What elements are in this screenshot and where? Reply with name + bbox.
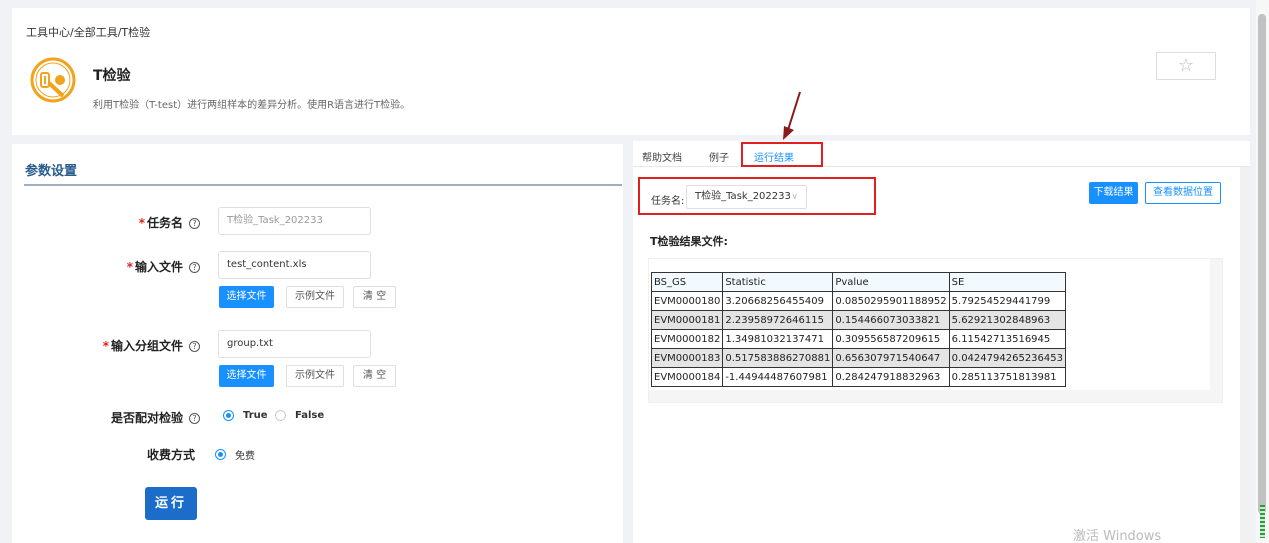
- required-mark: *: [138, 216, 145, 230]
- results-tabs: 帮助文档 例子 运行结果: [633, 141, 1250, 167]
- paired-true-radio[interactable]: True: [223, 410, 268, 421]
- table-cell: EVM0000182: [650, 329, 724, 349]
- t-test-logo-icon: [30, 57, 76, 103]
- result-file-heading: T检验结果文件:: [650, 235, 728, 248]
- table-row: EVM0000181 2.23958972646115 0.1544660730…: [650, 310, 1067, 330]
- run-button[interactable]: 运行: [145, 487, 197, 520]
- table-cell: 1.34981032137471: [722, 329, 834, 349]
- radio-checked-icon: [223, 410, 234, 421]
- tab-help-docs[interactable]: 帮助文档: [642, 149, 682, 164]
- results-scrollbar[interactable]: [1240, 167, 1250, 543]
- table-row: EVM0000182 1.34981032137471 0.3095565872…: [650, 329, 1067, 349]
- scroll-marker-icon: [1260, 505, 1265, 538]
- table-cell: EVM0000183: [650, 348, 724, 368]
- table-row: EVM0000184 -1.44944487607981 0.284247918…: [650, 367, 1067, 387]
- group-file-field[interactable]: group.txt: [218, 330, 371, 358]
- paired-false-radio[interactable]: False: [275, 410, 324, 421]
- radio-checked-icon: [215, 449, 226, 460]
- table-cell: 0.656307971540647: [832, 348, 950, 368]
- windows-activation-watermark: 激活 Windows: [1073, 529, 1162, 543]
- choose-group-file-button[interactable]: 选择文件: [219, 365, 274, 387]
- table-cell: 2.23958972646115: [722, 310, 834, 330]
- table-row: EVM0000180 3.20668256455409 0.0850295901…: [650, 291, 1067, 311]
- required-mark: *: [126, 260, 133, 274]
- page-title: T检验: [93, 68, 131, 84]
- table-row: EVM0000183 0.517583886270881 0.656307971…: [650, 348, 1067, 368]
- table-cell: 0.517583886270881: [722, 348, 834, 368]
- table-horizontal-scrollbar[interactable]: [649, 390, 1212, 402]
- table-header-row: BS_GS Statistic Pvalue SE: [650, 272, 1067, 292]
- input-file-field[interactable]: test_content.xls: [218, 251, 371, 279]
- table-cell: -1.44944487607981: [722, 367, 834, 387]
- parameters-panel: 参数设置 * 任务名? T检验_Task_202233 * 输入文件? test_c…: [12, 144, 623, 543]
- table-cell: EVM0000184: [650, 367, 724, 387]
- group-file-label: * 输入分组文件?: [103, 337, 200, 354]
- table-cell: 0.0850295901188952: [832, 291, 950, 311]
- help-icon[interactable]: ?: [189, 262, 200, 273]
- paired-test-label: 是否配对检验?: [111, 409, 200, 426]
- table-cell: 6.11542713516945: [948, 329, 1067, 349]
- help-icon[interactable]: ?: [189, 413, 200, 424]
- title-divider: [24, 184, 622, 186]
- download-results-button[interactable]: 下载结果: [1089, 182, 1138, 204]
- table-cell: 5.62921302848963: [948, 310, 1067, 330]
- result-table-viewer[interactable]: BS_GS Statistic Pvalue SE EVM0000180 3.2…: [648, 258, 1223, 403]
- clear-group-file-button[interactable]: 清 空: [353, 365, 396, 387]
- column-header: Statistic: [722, 272, 834, 292]
- chevron-down-icon: ∨: [791, 192, 798, 202]
- example-input-file-button[interactable]: 示例文件: [286, 286, 344, 308]
- radio-unchecked-icon: [275, 410, 286, 421]
- example-group-file-button[interactable]: 示例文件: [286, 365, 344, 387]
- charge-label: 收费方式: [146, 448, 195, 462]
- result-table: BS_GS Statistic Pvalue SE EVM0000180 3.2…: [650, 272, 1067, 387]
- table-cell: 3.20668256455409: [722, 291, 834, 311]
- help-icon[interactable]: ?: [189, 218, 200, 229]
- table-vertical-scrollbar[interactable]: [1210, 259, 1222, 402]
- table-cell: 0.0424794265236453: [948, 348, 1067, 368]
- column-header: Pvalue: [832, 272, 950, 292]
- charge-free-radio[interactable]: 免费: [215, 447, 255, 462]
- task-select-label: 任务名:: [651, 196, 685, 207]
- tool-description: 利用T检验（T-test）进行两组样本的差异分析。使用R语言进行T检验。: [93, 100, 411, 111]
- view-data-location-button[interactable]: 查看数据位置: [1145, 182, 1221, 204]
- annotation-box-tab: [741, 142, 823, 167]
- input-file-label: * 输入文件?: [127, 258, 200, 275]
- task-name-input[interactable]: T检验_Task_202233: [218, 207, 371, 235]
- clear-input-file-button[interactable]: 清 空: [353, 286, 396, 308]
- page-scrollbar-thumb[interactable]: [1258, 14, 1266, 514]
- table-cell: EVM0000180: [650, 291, 724, 311]
- tool-header-card: 工具中心/全部工具/T检验 T检验 利用T检验（T-test）进行两组样本的差异…: [12, 8, 1250, 135]
- task-select[interactable]: T检验_Task_202233 ∨: [686, 185, 807, 209]
- table-cell: EVM0000181: [650, 310, 724, 330]
- breadcrumb[interactable]: 工具中心/全部工具/T检验: [26, 24, 150, 40]
- results-panel: 帮助文档 例子 运行结果 任务名: T检验_Task_202233 ∨ 下载结果…: [633, 141, 1250, 543]
- page-scrollbar[interactable]: [1256, 0, 1269, 543]
- star-icon: ☆: [1177, 55, 1195, 76]
- table-cell: 0.284247918832963: [832, 367, 950, 387]
- required-mark: *: [102, 339, 109, 353]
- table-cell: 0.309556587209615: [832, 329, 950, 349]
- favorite-star-button[interactable]: ☆: [1156, 52, 1216, 80]
- column-header: BS_GS: [650, 272, 724, 292]
- table-cell: 5.79254529441799: [948, 291, 1067, 311]
- table-cell: 0.285113751813981: [948, 367, 1067, 387]
- choose-input-file-button[interactable]: 选择文件: [219, 286, 274, 308]
- column-header: SE: [948, 272, 1067, 292]
- table-cell: 0.154466073033821: [832, 310, 950, 330]
- task-name-label: * 任务名?: [139, 214, 200, 231]
- help-icon[interactable]: ?: [189, 341, 200, 352]
- parameters-title: 参数设置: [25, 164, 78, 179]
- tab-examples[interactable]: 例子: [709, 149, 729, 164]
